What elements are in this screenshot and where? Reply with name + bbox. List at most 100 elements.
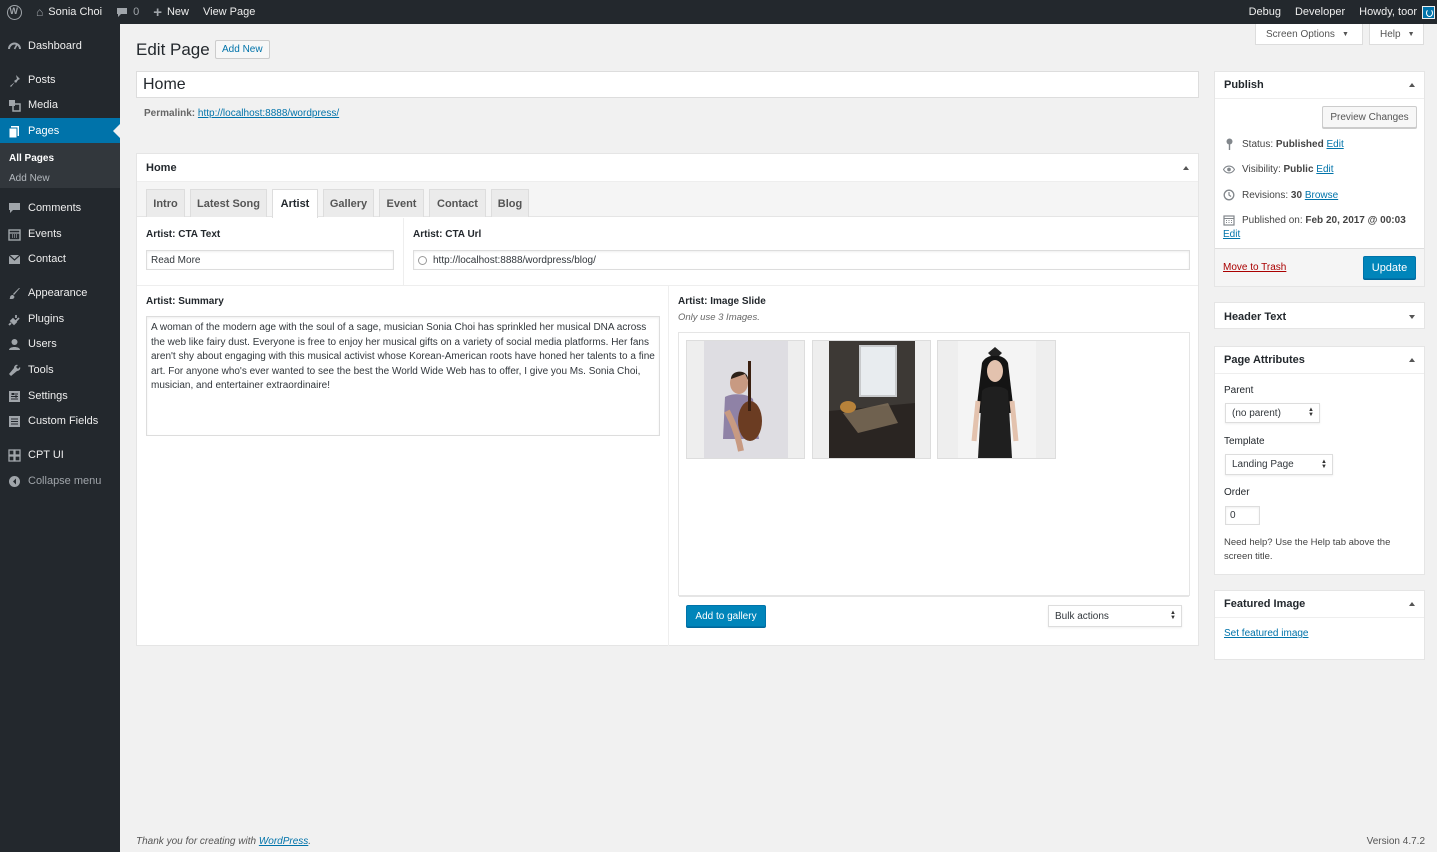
footer-thanks: Thank you for creating with WordPress. xyxy=(136,836,311,847)
cta-url-input[interactable]: http://localhost:8888/wordpress/blog/ xyxy=(413,250,1190,270)
collapse-toggle-icon[interactable] xyxy=(1409,602,1415,606)
add-new-page-button[interactable]: Add New xyxy=(215,40,270,59)
dashboard-icon xyxy=(7,39,21,53)
view-page-link[interactable]: View Page xyxy=(196,0,262,24)
screen-options-label: Screen Options xyxy=(1266,28,1335,40)
expand-toggle-icon[interactable] xyxy=(1409,315,1415,319)
page-attributes-header: Page Attributes xyxy=(1215,347,1424,374)
tab-artist[interactable]: Artist xyxy=(272,189,318,218)
pushpin-icon xyxy=(7,73,21,87)
publish-actions: Move to Trash Update xyxy=(1215,248,1424,286)
sidebar-item-events[interactable]: Events xyxy=(0,221,120,247)
page-title: Edit Page xyxy=(136,40,210,59)
permalink-link[interactable]: http://localhost:8888/wordpress/ xyxy=(198,108,339,119)
collapse-toggle-icon[interactable] xyxy=(1409,358,1415,362)
page-attributes-box: Page Attributes Parent (no parent) ▲ ▼ Te… xyxy=(1214,346,1425,575)
footer-thanks-suffix: . xyxy=(308,836,312,847)
cta-url-value: http://localhost:8888/wordpress/blog/ xyxy=(433,254,596,266)
publish-box: Publish Preview Changes Status: Publishe… xyxy=(1214,71,1425,287)
submenu-add-new[interactable]: Add New xyxy=(9,173,50,184)
tab-blog[interactable]: Blog xyxy=(491,189,529,217)
help-button[interactable]: Help ▼ xyxy=(1369,24,1424,45)
gallery-thumbnail[interactable] xyxy=(937,340,1056,459)
submenu-all-pages[interactable]: All Pages xyxy=(9,153,54,164)
preview-changes-button[interactable]: Preview Changes xyxy=(1322,106,1417,128)
sidebar-item-settings[interactable]: Settings xyxy=(0,383,120,409)
tab-contact[interactable]: Contact xyxy=(429,189,486,217)
template-select[interactable]: Landing Page ▲ ▼ xyxy=(1225,454,1333,475)
site-name-menu[interactable]: ⌂ Sonia Choi xyxy=(29,0,109,24)
sidebar-item-appearance[interactable]: Appearance xyxy=(0,280,120,306)
move-to-trash-link[interactable]: Move to Trash xyxy=(1223,262,1286,273)
revisions-label: Revisions: xyxy=(1242,189,1289,201)
order-input[interactable]: 0 xyxy=(1225,506,1260,525)
sidebar-item-users[interactable]: Users xyxy=(0,331,120,357)
page-attributes-title: Page Attributes xyxy=(1224,354,1305,366)
parent-value: (no parent) xyxy=(1232,407,1281,419)
wordpress-link[interactable]: WordPress xyxy=(259,836,308,847)
home-icon: ⌂ xyxy=(36,5,44,19)
parent-select[interactable]: (no parent) ▲ ▼ xyxy=(1225,403,1320,423)
help-label: Help xyxy=(1380,28,1401,40)
gallery-footer-divider xyxy=(679,596,1189,597)
bulk-actions-value: Bulk actions xyxy=(1055,610,1109,622)
sidebar-item-dashboard[interactable]: Dashboard xyxy=(0,33,120,59)
revisions-value: 30 xyxy=(1290,189,1303,201)
status-label: Status: xyxy=(1242,138,1274,150)
sidebar-item-media[interactable]: Media xyxy=(0,92,120,118)
screen-options-button[interactable]: Screen Options ▼ xyxy=(1255,24,1363,45)
new-content-menu[interactable]: + New xyxy=(146,0,196,24)
sidebar-item-label: Comments xyxy=(28,202,82,214)
published-on-row: Published on: Feb 20, 2017 @ 00:03 xyxy=(1223,214,1406,226)
sidebar-item-cpt-ui[interactable]: CPT UI xyxy=(0,442,120,468)
header-text-title: Header Text xyxy=(1224,310,1287,323)
summary-textarea[interactable]: A woman of the modern age with the soul … xyxy=(146,316,660,436)
edit-date-link[interactable]: Edit xyxy=(1223,229,1240,240)
globe-icon xyxy=(418,255,427,265)
debug-label: Debug xyxy=(1248,6,1281,18)
permalink-label: Permalink: xyxy=(144,108,196,119)
set-featured-image-link[interactable]: Set featured image xyxy=(1224,628,1309,639)
sidebar-item-contact[interactable]: Contact xyxy=(0,246,120,272)
add-to-gallery-button[interactable]: Add to gallery xyxy=(686,605,766,627)
wp-logo-menu[interactable] xyxy=(0,0,29,24)
settings-icon xyxy=(7,389,21,403)
bulk-actions-select[interactable]: Bulk actions ▲ ▼ xyxy=(1048,605,1182,627)
collapse-toggle-icon[interactable] xyxy=(1183,166,1189,170)
room-photo xyxy=(813,341,930,458)
sidebar-item-posts[interactable]: Posts xyxy=(0,67,120,93)
sidebar-item-pages[interactable]: Pages xyxy=(0,118,120,144)
edit-status-link[interactable]: Edit xyxy=(1327,139,1344,150)
tab-latest-song[interactable]: Latest Song xyxy=(190,189,267,217)
featured-image-box: Featured Image Set featured image xyxy=(1214,590,1425,660)
update-button[interactable]: Update xyxy=(1363,256,1416,279)
sidebar-item-plugins[interactable]: Plugins xyxy=(0,306,120,332)
debug-menu[interactable]: Debug xyxy=(1242,0,1288,24)
gallery-thumbnail[interactable] xyxy=(686,340,805,459)
plug-icon xyxy=(7,312,21,326)
sidebar-item-tools[interactable]: Tools xyxy=(0,357,120,383)
publish-title: Publish xyxy=(1224,79,1264,91)
developer-menu[interactable]: Developer xyxy=(1288,0,1352,24)
cta-text-input[interactable]: Read More xyxy=(146,250,394,270)
sidebar-item-custom-fields[interactable]: Custom Fields xyxy=(0,408,120,434)
comments-icon xyxy=(7,201,21,215)
tab-bar: Intro Latest Song Artist Gallery Event C… xyxy=(137,182,1198,218)
caret-down-icon: ▼ xyxy=(1407,30,1415,38)
browse-revisions-link[interactable]: Browse xyxy=(1305,190,1338,201)
tab-gallery[interactable]: Gallery xyxy=(323,189,374,217)
template-value: Landing Page xyxy=(1232,459,1294,470)
wordpress-logo-icon xyxy=(7,4,22,20)
sidebar-item-comments[interactable]: Comments xyxy=(0,195,120,221)
edit-visibility-link[interactable]: Edit xyxy=(1316,164,1333,175)
header-text-header[interactable]: Header Text xyxy=(1215,303,1424,330)
collapse-menu-button[interactable]: Collapse menu xyxy=(0,468,120,494)
comments-menu[interactable]: 0 xyxy=(109,0,146,24)
collapse-toggle-icon[interactable] xyxy=(1409,83,1415,87)
account-menu[interactable]: Howdy, toor xyxy=(1352,0,1437,24)
post-title-input[interactable]: Home xyxy=(136,71,1199,98)
tab-event[interactable]: Event xyxy=(379,189,424,217)
sidebar-item-label: Users xyxy=(28,338,57,350)
tab-intro[interactable]: Intro xyxy=(146,189,185,217)
gallery-thumbnail[interactable] xyxy=(812,340,931,459)
